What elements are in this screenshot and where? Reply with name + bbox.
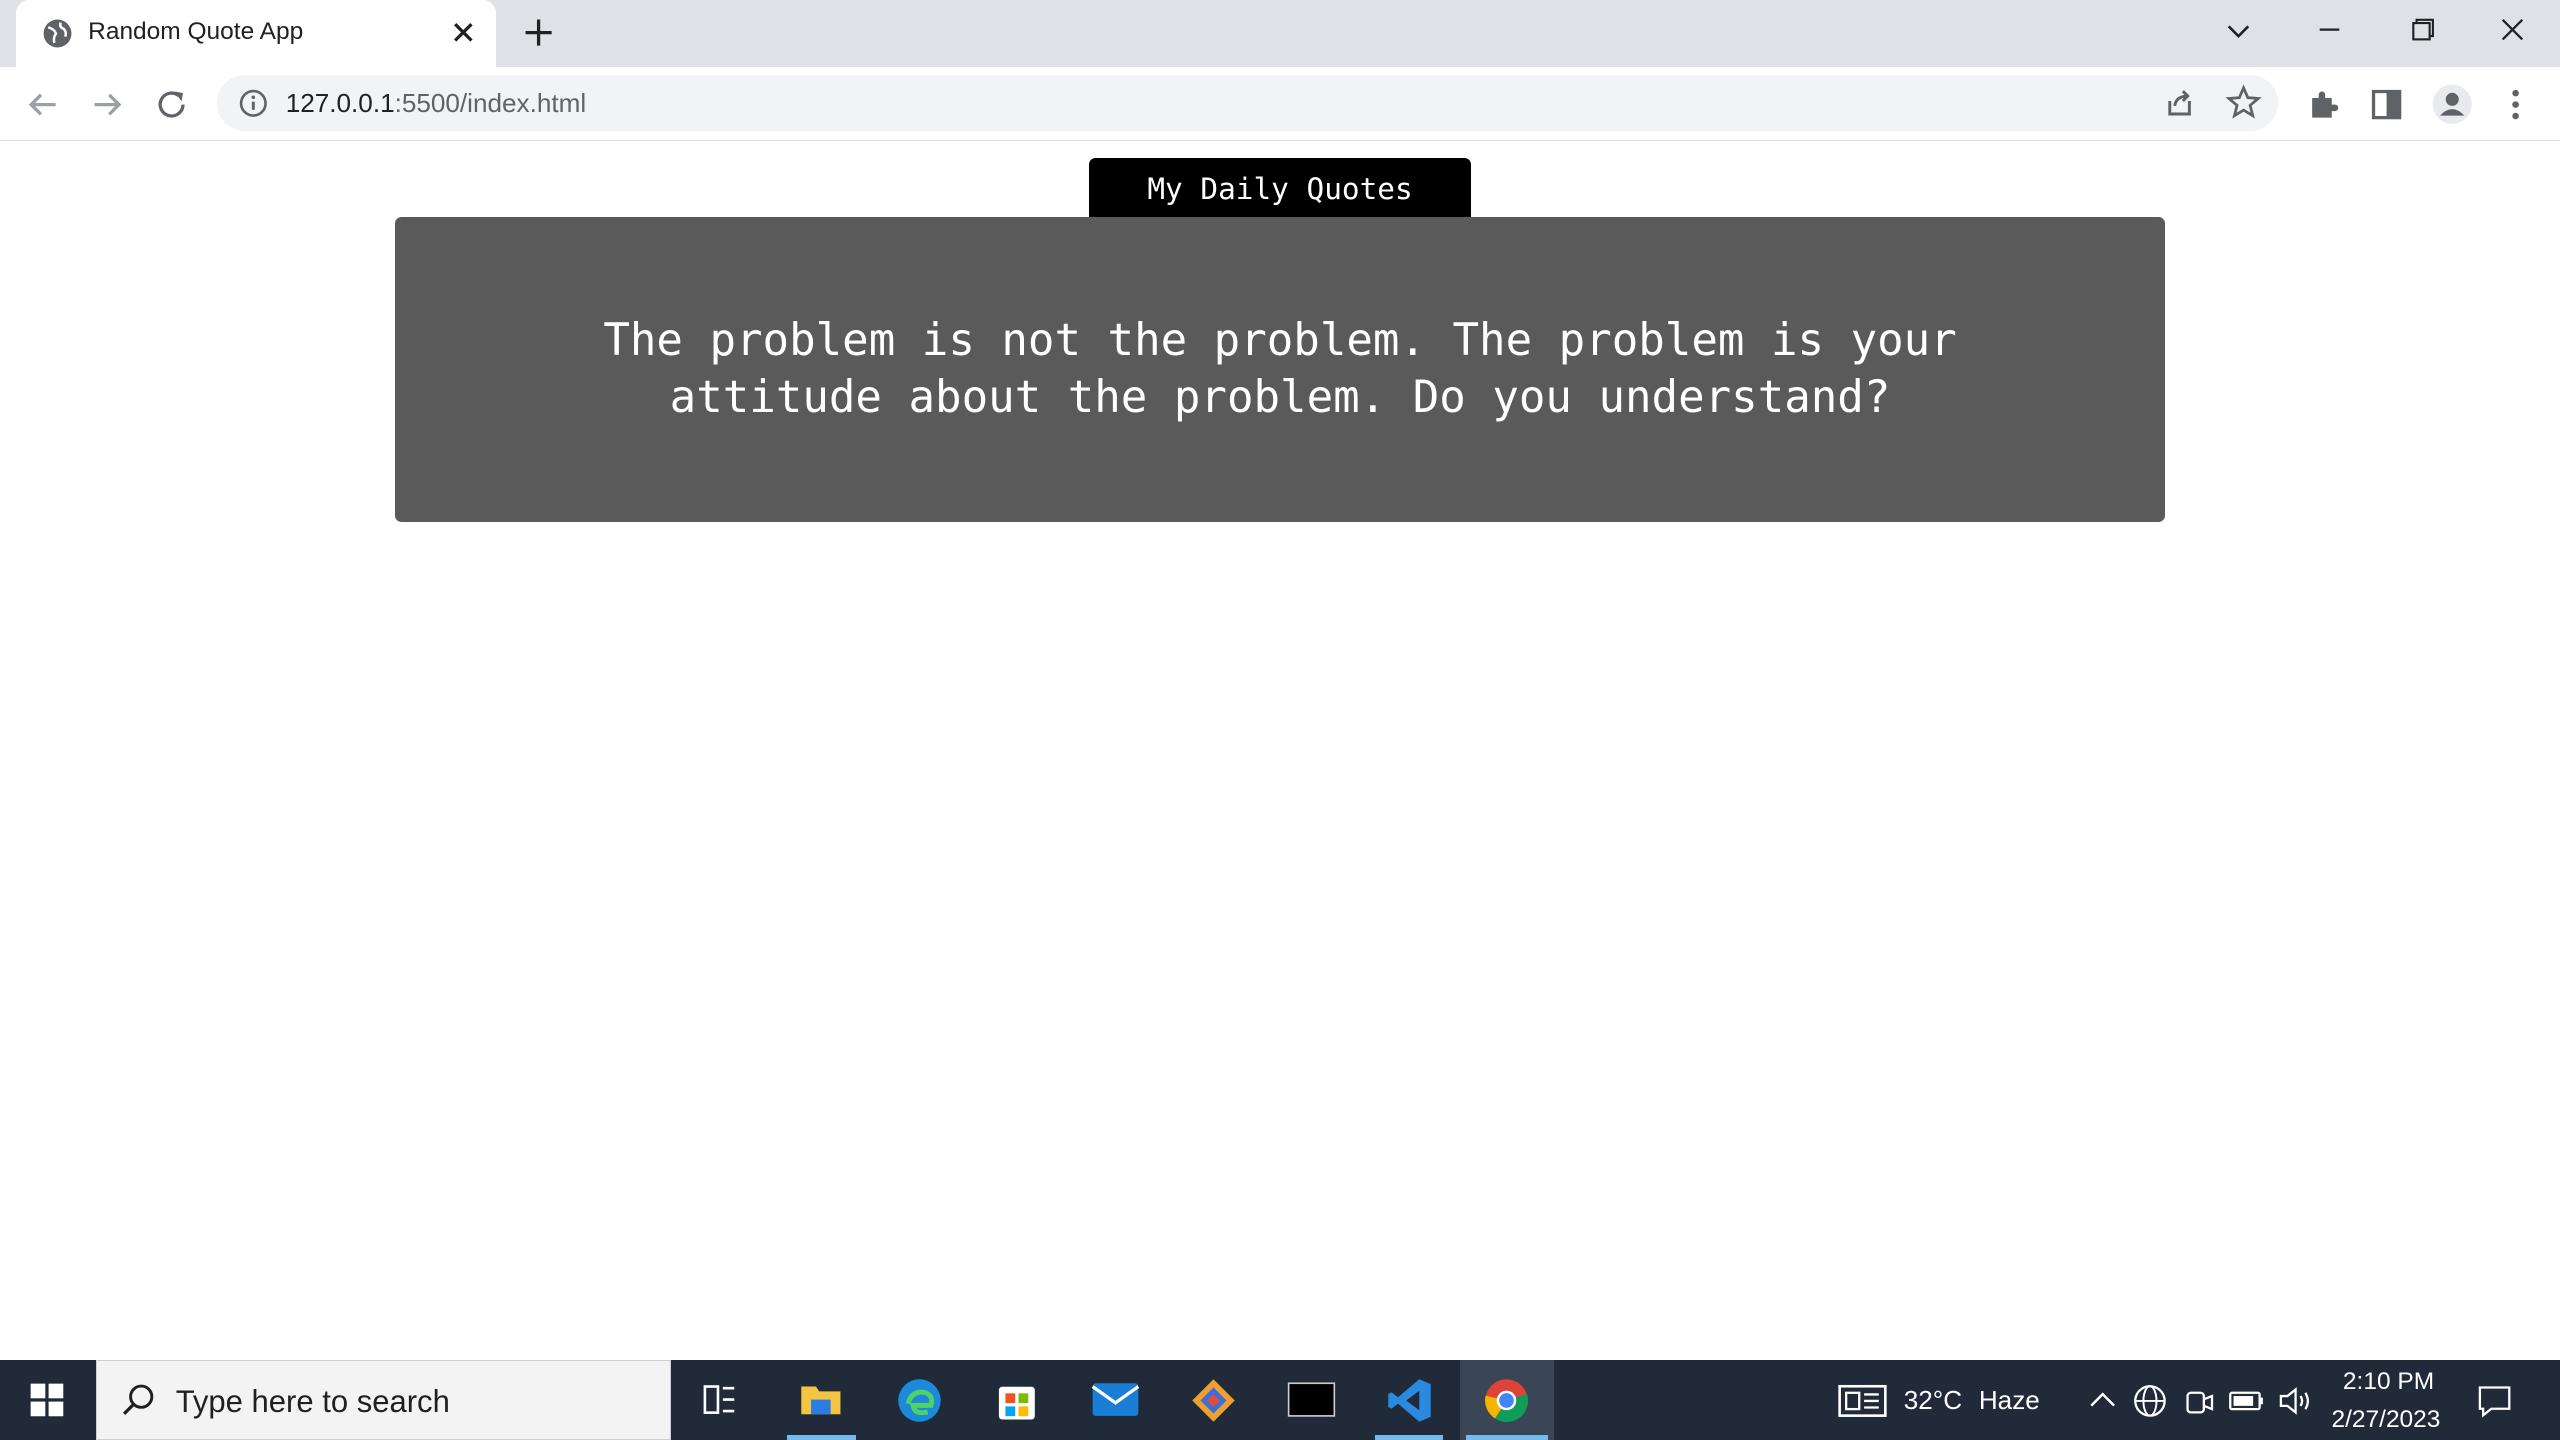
- weather-description[interactable]: Haze: [1979, 1385, 2040, 1416]
- close-tab-icon[interactable]: [447, 16, 480, 49]
- start-button[interactable]: [7, 1360, 89, 1440]
- url-text: 127.0.0.1:5500/index.html: [286, 88, 586, 119]
- task-view-icon: [704, 1385, 735, 1415]
- page-title: My Daily Quotes: [1089, 158, 1472, 219]
- terminal-icon: [1287, 1382, 1335, 1418]
- vscode-icon: [1387, 1378, 1431, 1422]
- share-icon[interactable]: [2160, 83, 2199, 122]
- taskbar-vscode[interactable]: [1368, 1360, 1450, 1440]
- restore-icon[interactable]: [2397, 10, 2446, 52]
- git-diamond-icon: [1191, 1378, 1235, 1422]
- weather-temperature[interactable]: 32°C: [1904, 1385, 1962, 1416]
- bookmark-star-icon[interactable]: [2224, 83, 2263, 122]
- tab-random-quote-app[interactable]: Random Quote App: [16, 0, 497, 67]
- folder-icon: [801, 1386, 841, 1415]
- new-tab-icon[interactable]: [519, 13, 558, 52]
- clock-date[interactable]: 2/27/2023: [2331, 1406, 2440, 1434]
- browser-toolbar: 127.0.0.1:5500/index.html: [0, 66, 2560, 142]
- taskbar-file-explorer[interactable]: [780, 1360, 862, 1440]
- url-host: 127.0.0.1: [285, 88, 395, 119]
- url-path: :5500/index.html: [394, 88, 587, 119]
- taskbar-store[interactable]: [976, 1360, 1058, 1440]
- taskbar-mail[interactable]: [1074, 1360, 1156, 1440]
- search-placeholder: Type here to search: [175, 1383, 450, 1419]
- running-indicator: [1466, 1435, 1548, 1440]
- quote-line-1: The problem is not the problem. The prob…: [603, 314, 1957, 366]
- task-view-button[interactable]: [679, 1360, 761, 1440]
- meet-now-icon[interactable]: [2181, 1383, 2217, 1419]
- tab-title: Random Quote App: [88, 17, 304, 45]
- running-indicator: [1374, 1435, 1444, 1440]
- store-icon: [999, 1386, 1036, 1420]
- weather-news-icon[interactable]: [1838, 1383, 1888, 1419]
- taskbar-edge[interactable]: [878, 1360, 960, 1440]
- quote-card: The problem is not the problem. The prob…: [395, 217, 2165, 523]
- chrome-icon: [1485, 1378, 1529, 1422]
- search-icon: [123, 1384, 154, 1416]
- page-viewport: My Daily Quotes The problem is not the p…: [0, 142, 2560, 1361]
- taskbar-chrome[interactable]: [1459, 1360, 1555, 1440]
- back-icon[interactable]: [23, 85, 62, 124]
- globe-icon: [43, 19, 72, 48]
- taskbar-search-input[interactable]: Type here to search: [96, 1360, 672, 1440]
- site-info-icon[interactable]: [237, 87, 270, 120]
- taskbar: Type here to search 32°C Haze 2:10 PM 2/…: [0, 1360, 2560, 1440]
- profile-avatar-icon[interactable]: [2431, 83, 2473, 125]
- mail-icon: [1091, 1383, 1139, 1417]
- network-globe-icon[interactable]: [2132, 1383, 2168, 1419]
- forward-icon[interactable]: [88, 85, 127, 124]
- notifications-icon[interactable]: [2475, 1381, 2514, 1420]
- running-indicator: [786, 1435, 856, 1440]
- minimize-icon[interactable]: [2305, 10, 2354, 52]
- quote-line-2: attitude about the problem. Do you under…: [669, 371, 1891, 423]
- side-panel-icon[interactable]: [2367, 85, 2406, 124]
- chevron-up-icon[interactable]: [2088, 1386, 2117, 1412]
- extensions-icon[interactable]: [2304, 85, 2343, 124]
- volume-icon[interactable]: [2276, 1383, 2315, 1419]
- close-window-icon[interactable]: [2488, 10, 2537, 52]
- menu-kebab-icon[interactable]: [2496, 85, 2535, 124]
- tab-search-icon[interactable]: [2214, 10, 2263, 52]
- tab-strip: Random Quote App: [0, 0, 2560, 67]
- battery-icon[interactable]: [2227, 1383, 2266, 1419]
- reload-icon[interactable]: [152, 85, 191, 124]
- address-bar[interactable]: 127.0.0.1:5500/index.html: [217, 75, 2278, 131]
- clock-time[interactable]: 2:10 PM: [2343, 1368, 2434, 1396]
- windows-logo-icon: [31, 1383, 64, 1417]
- taskbar-terminal[interactable]: [1270, 1360, 1352, 1440]
- taskbar-git-app[interactable]: [1172, 1360, 1254, 1440]
- quote-text: The problem is not the problem. The prob…: [493, 312, 2067, 426]
- edge-browser-icon: [897, 1378, 941, 1422]
